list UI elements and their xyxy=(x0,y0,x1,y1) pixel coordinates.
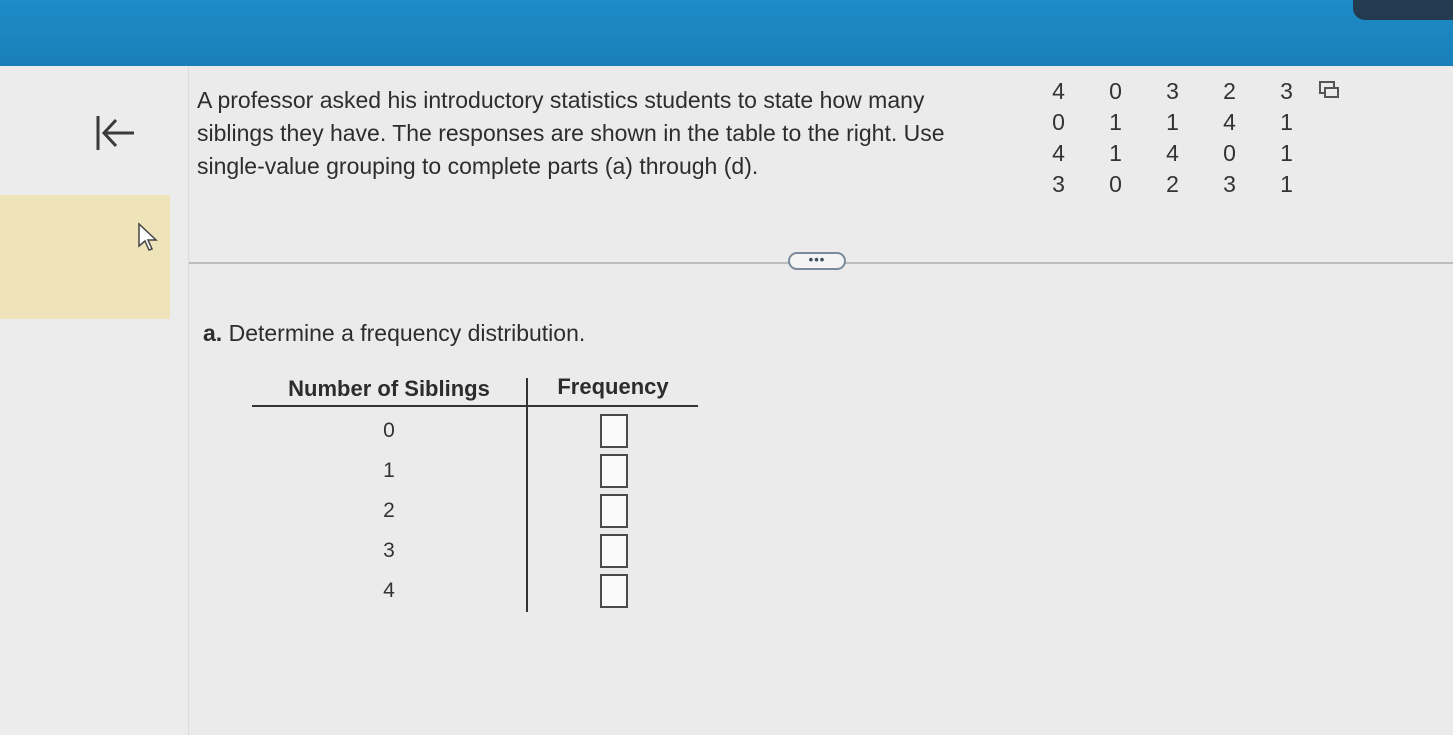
frequency-row: 0 xyxy=(252,411,698,451)
part-a-letter: a. xyxy=(203,320,223,346)
frequency-input[interactable] xyxy=(600,414,628,448)
frequency-row: 2 xyxy=(252,491,698,531)
copy-data-icon[interactable] xyxy=(1318,80,1340,100)
data-cell: 1 xyxy=(1109,140,1122,166)
part-a-prompt: a. Determine a frequency distribution. xyxy=(203,320,585,347)
cursor-icon xyxy=(138,222,158,251)
more-button[interactable]: ••• xyxy=(788,252,846,270)
back-to-start-icon[interactable] xyxy=(92,110,138,156)
siblings-value: 3 xyxy=(383,539,395,562)
data-cell: 3 xyxy=(1052,171,1065,197)
data-cell: 4 xyxy=(1223,109,1236,135)
column-header-siblings: Number of Siblings xyxy=(288,376,490,401)
frequency-input[interactable] xyxy=(600,534,628,568)
top-bar xyxy=(0,0,1453,66)
data-cell: 0 xyxy=(1109,78,1122,104)
data-row: 4 1 4 0 1 xyxy=(1030,138,1315,169)
frequency-input[interactable] xyxy=(600,454,628,488)
siblings-value: 1 xyxy=(383,459,395,482)
siblings-value: 2 xyxy=(383,499,395,522)
data-cell: 1 xyxy=(1280,140,1293,166)
data-cell: 2 xyxy=(1223,78,1236,104)
data-cell: 4 xyxy=(1166,140,1179,166)
sibling-data-table: 4 0 3 2 3 0 1 1 4 1 4 1 4 0 1 3 0 2 3 1 xyxy=(1030,76,1315,200)
data-cell: 0 xyxy=(1052,109,1065,135)
frequency-input[interactable] xyxy=(600,574,628,608)
data-cell: 1 xyxy=(1109,109,1122,135)
table-header-rule xyxy=(252,405,698,407)
question-text: A professor asked his introductory stati… xyxy=(197,87,945,179)
top-bar-pill xyxy=(1353,0,1453,20)
data-row: 0 1 1 4 1 xyxy=(1030,107,1315,138)
frequency-row: 1 xyxy=(252,451,698,491)
data-row: 4 0 3 2 3 xyxy=(1030,76,1315,107)
data-cell: 3 xyxy=(1166,78,1179,104)
frequency-input[interactable] xyxy=(600,494,628,528)
siblings-value: 4 xyxy=(383,579,395,602)
sidebar xyxy=(0,66,189,735)
frequency-row: 3 xyxy=(252,531,698,571)
part-a-text: Determine a frequency distribution. xyxy=(228,320,586,346)
data-cell: 4 xyxy=(1052,78,1065,104)
data-cell: 1 xyxy=(1280,171,1293,197)
data-cell: 2 xyxy=(1166,171,1179,197)
siblings-value: 0 xyxy=(383,419,395,442)
data-cell: 0 xyxy=(1109,171,1122,197)
data-cell: 3 xyxy=(1223,171,1236,197)
data-cell: 4 xyxy=(1052,140,1065,166)
data-cell: 0 xyxy=(1223,140,1236,166)
sidebar-highlight xyxy=(0,195,170,319)
data-cell: 1 xyxy=(1280,109,1293,135)
data-cell: 1 xyxy=(1166,109,1179,135)
column-header-frequency: Frequency xyxy=(557,374,669,399)
data-cell: 3 xyxy=(1280,78,1293,104)
data-row: 3 0 2 3 1 xyxy=(1030,169,1315,200)
frequency-row: 4 xyxy=(252,571,698,611)
